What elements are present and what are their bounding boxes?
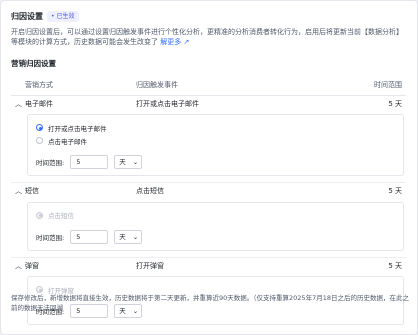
external-link-icon: ↗ — [183, 38, 190, 46]
time-range-label: 时间范围: — [36, 159, 65, 167]
table-row-popup[interactable]: ︿ 弹窗 打开弹窗 5 天 — [11, 257, 406, 274]
radio-disabled-icon — [36, 211, 43, 219]
description: 开启归因设置后，可以通过设置归因触发事件进行个性化分析，更精准的分析消费者转化行… — [11, 27, 406, 47]
chevron-down-icon: ⌄ — [132, 158, 139, 166]
option-open-or-click-email[interactable]: 打开或点击电子邮件 — [36, 121, 395, 134]
card-header: 归因设置 • 已生效 — [11, 9, 407, 23]
learn-more-label: 解更多 — [160, 38, 182, 46]
row-window: 5 天 — [388, 187, 402, 196]
row-name: 弹窗 — [25, 261, 39, 270]
radio-icon[interactable] — [36, 137, 43, 144]
time-unit-select[interactable]: 天 ⌄ — [114, 229, 143, 244]
col-window: 时间范围 — [374, 80, 402, 89]
radio-disabled-icon — [36, 286, 43, 293]
option-label: 打开或点击电子邮件 — [48, 124, 107, 133]
chevron-down-icon: ⌄ — [132, 232, 139, 241]
table-row-email[interactable]: ︿ 电子邮件 打开或点击电子邮件 5 天 — [11, 95, 406, 112]
chevron-up-icon[interactable]: ︿ — [15, 99, 25, 109]
row-window: 5 天 — [388, 261, 402, 270]
time-range: 时间范围: 5 天 ⌄ — [36, 229, 395, 244]
option-label: 点击短信 — [48, 212, 74, 220]
chevron-up-icon[interactable]: ︿ — [15, 261, 25, 271]
dot-icon: • — [51, 12, 55, 20]
page-title: 归因设置 — [11, 11, 43, 21]
status-badge-label: 已生效 — [56, 12, 75, 20]
table-header: 营销方式 归因触发事件 时间范围 — [11, 75, 406, 95]
description-text: 开启归因设置后，可以通过设置归因触发事件进行个性化分析，更精准的分析消费者转化行… — [11, 28, 403, 46]
time-range-input[interactable]: 5 — [70, 229, 109, 244]
option-click-email[interactable]: 点击电子邮件 — [36, 134, 395, 147]
option-click-sms: 点击短信 — [36, 209, 395, 222]
row-name: 电子邮件 — [25, 99, 53, 108]
time-range-label: 时间范围: — [36, 233, 65, 242]
chevron-up-icon[interactable]: ︿ — [15, 186, 25, 196]
learn-more-link[interactable]: 解更多 ↗ — [160, 38, 189, 46]
col-method: 营销方式 — [25, 80, 53, 89]
table-row-sms[interactable]: ︿ 短信 点击短信 5 天 — [11, 182, 406, 200]
row-event: 打开或点击电子邮件 — [136, 99, 199, 108]
footer-note: 保存修改后，新增数据将直接生效，历史数据将于第二天更新，并重算近90天数据。（仅… — [11, 294, 409, 312]
time-unit-value: 天 — [119, 232, 126, 241]
status-badge: • 已生效 — [47, 10, 79, 22]
time-range: 时间范围: 5 天 ⌄ — [36, 155, 395, 169]
time-unit-select[interactable]: 天 ⌄ — [114, 155, 143, 169]
col-event: 归因触发事件 — [136, 80, 178, 89]
attribution-settings-card: 归因设置 • 已生效 开启归因设置后，可以通过设置归因触发事件进行个性化分析，更… — [0, 0, 418, 335]
row-name: 短信 — [25, 187, 39, 196]
row-event: 点击短信 — [136, 187, 164, 196]
row-window: 5 天 — [388, 99, 402, 108]
section-title: 营销归因设置 — [11, 59, 56, 68]
row-event: 打开弹窗 — [136, 261, 164, 270]
radio-selected-icon[interactable] — [36, 124, 43, 131]
time-range-input[interactable]: 5 — [70, 155, 109, 169]
option-label: 点击电子邮件 — [48, 137, 87, 146]
email-settings-panel: 打开或点击电子邮件 点击电子邮件 时间范围: 5 天 ⌄ — [27, 114, 404, 176]
sms-settings-panel: 点击短信 时间范围: 5 天 ⌄ — [27, 201, 404, 251]
time-unit-value: 天 — [119, 158, 126, 166]
